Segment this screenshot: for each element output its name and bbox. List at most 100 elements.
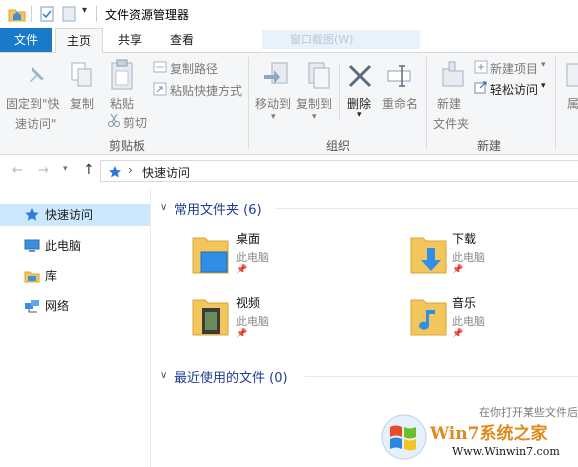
pin-icon: 📌 [452,329,464,339]
delete-icon [348,64,372,88]
tab-file[interactable]: 文件 [0,28,52,52]
windows-logo-icon [381,414,427,460]
folder-music[interactable]: 音乐 此电脑 📌 [410,294,560,344]
move-to-icon [264,62,288,84]
breadcrumb-quick-access[interactable]: 快速访问 [142,164,190,181]
group-divider [555,57,556,149]
videos-folder-icon [192,299,229,336]
paste-shortcut-button[interactable]: 粘贴快捷方式 [170,82,242,99]
separator [96,6,97,22]
properties-button[interactable]: 属 [567,95,578,112]
copy-icon [71,62,92,87]
paste-button[interactable]: 粘贴 [110,95,134,112]
recent-locations-icon[interactable]: ▾ [63,164,68,174]
folder-location: 此电脑 [452,315,485,328]
breadcrumb-separator: › [128,163,133,177]
cut-button[interactable]: 剪切 [123,114,147,131]
copy-path-icon [153,61,167,73]
folder-videos[interactable]: 视频 此电脑 📌 [192,294,342,344]
address-bar[interactable]: › 快速访问 [100,160,578,182]
nav-item-libraries[interactable]: 库 [0,265,150,287]
up-icon[interactable]: ↑ [83,162,95,178]
folder-desktop[interactable]: 桌面 此电脑 📌 [192,230,342,280]
easy-access-dropdown-icon[interactable]: ▾ [541,81,546,91]
title-bar: ▾ 文件资源管理器 [0,0,578,28]
ghost-window-caption: 窗口截图(W) [262,30,420,49]
new-folder-button[interactable]: 新建 文件夹 [433,95,469,132]
new-item-button[interactable]: 新建项目 [490,60,538,77]
pin-icon [30,67,44,82]
delete-dropdown-icon[interactable]: ▾ [357,110,362,120]
folder-name: 视频 [236,296,261,310]
nav-label: 此电脑 [45,239,82,253]
separator [31,6,32,22]
pin-label-2: 速访问" [15,117,57,131]
nav-item-quick-access[interactable]: 快速访问 [0,204,150,226]
ribbon: 固定到"快 速访问" 复制 粘贴 复制路径 粘贴快捷方式 剪切 剪贴板 移动到 … [0,53,578,155]
properties-large-icon [566,63,578,87]
properties-icon[interactable] [40,6,54,22]
copy-path-button[interactable]: 复制路径 [170,60,218,77]
section-divider [275,208,578,209]
library-icon [24,271,40,283]
group-divider-small [339,63,340,119]
folder-downloads[interactable]: 下载 此电脑 📌 [410,230,560,280]
navigation-pane: 快速访问 此电脑 库 网络 [0,190,151,467]
pin-icon: 📌 [236,265,248,275]
paste-shortcut-icon [153,82,167,96]
new-folder-label-2: 文件夹 [433,117,470,131]
pin-quick-access-button[interactable]: 固定到"快 速访问" [6,95,60,132]
pin-icon: 📌 [452,265,464,275]
rename-icon [387,65,411,87]
tab-view[interactable]: 查看 [160,28,204,52]
new-item-dropdown-icon[interactable]: ▾ [541,60,546,70]
music-folder-icon [410,299,447,336]
section-divider [305,376,578,377]
move-to-button[interactable]: 移动到 [255,95,291,112]
new-item-icon [474,60,488,74]
folder-location: 此电脑 [236,251,269,264]
group-clipboard-label: 剪贴板 [109,139,146,153]
pin-icon: 📌 [236,329,248,339]
folder-home-icon[interactable] [8,6,26,22]
folder-name: 音乐 [452,296,477,310]
watermark-brand: Win7系统之家 [430,424,548,444]
copy-button[interactable]: 复制 [70,95,94,112]
copy-to-button[interactable]: 复制到 [296,95,332,112]
nav-item-network[interactable]: 网络 [0,295,150,317]
tab-home[interactable]: 主页 [55,28,103,53]
customize-quick-access-icon[interactable]: ▾ [82,5,87,16]
ribbon-tabs: 文件 主页 共享 查看 窗口截图(W) [0,28,578,53]
copy-to-dropdown-icon[interactable]: ▾ [312,112,317,122]
computer-icon [24,239,40,252]
tab-share[interactable]: 共享 [108,28,152,52]
folder-location: 此电脑 [452,251,485,264]
new-folder-icon[interactable] [62,6,76,22]
cut-icon [108,113,120,127]
collapse-frequent-icon[interactable]: ∨ [160,202,167,213]
group-new-label: 新建 [477,139,502,153]
collapse-recent-icon[interactable]: ∨ [160,370,167,381]
easy-access-button[interactable]: 轻松访问 [490,81,538,98]
copy-to-icon [308,62,330,89]
watermark-url: Www.Winwin7.com [452,445,560,458]
group-divider [248,57,249,149]
group-organize-label: 组织 [326,139,351,153]
section-recent-files[interactable]: 最近使用的文件 (0) [174,367,288,386]
group-divider [426,57,427,149]
nav-label: 快速访问 [45,208,94,222]
move-to-dropdown-icon[interactable]: ▾ [271,112,276,122]
window-title: 文件资源管理器 [105,8,190,22]
downloads-folder-icon [410,237,447,274]
rename-button[interactable]: 重命名 [382,95,418,112]
desktop-folder-icon [192,237,229,274]
back-icon[interactable]: ← [12,163,23,178]
forward-icon[interactable]: → [38,163,49,178]
paste-icon [111,59,133,90]
section-frequent-folders[interactable]: 常用文件夹 (6) [174,199,262,218]
new-folder-label-1: 新建 [437,97,462,111]
new-folder-large-icon [442,61,464,87]
pin-label-1: 固定到"快 [6,97,60,111]
nav-item-this-pc[interactable]: 此电脑 [0,235,150,257]
quick-access-star-icon [109,166,121,178]
